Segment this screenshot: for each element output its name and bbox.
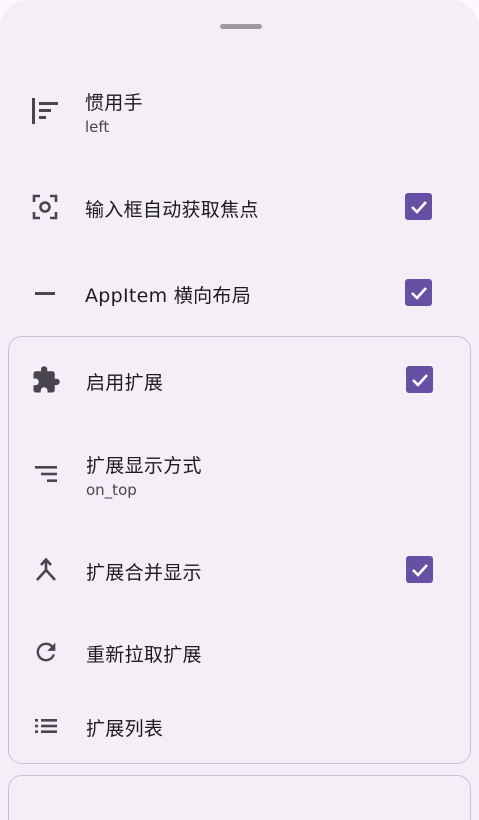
focus-center-icon (30, 192, 60, 222)
autofocus-checkbox[interactable] (405, 193, 432, 220)
appitem-horizontal-checkbox[interactable] (405, 279, 432, 306)
list-icon (31, 711, 61, 741)
setting-title: 输入框自动获取焦点 (85, 199, 259, 221)
extension-puzzle-icon (31, 365, 61, 395)
check-icon (411, 563, 428, 577)
refresh-icon (31, 637, 61, 667)
merge-extensions-checkbox[interactable] (406, 556, 433, 583)
setting-appitem-horizontal[interactable]: AppItem 横向布局 (0, 266, 479, 320)
enable-extensions-checkbox[interactable] (406, 366, 433, 393)
setting-title: 惯用手 (85, 92, 143, 114)
align-left-icon (30, 96, 60, 126)
setting-title: 扩展列表 (86, 718, 164, 740)
setting-value: on_top (86, 481, 137, 499)
setting-extension-display-mode[interactable]: 扩展显示方式 on_top (1, 441, 479, 505)
drag-handle[interactable] (220, 24, 262, 29)
horizontal-rule-icon (30, 278, 60, 308)
setting-title: 扩展显示方式 (86, 455, 202, 477)
setting-title: 重新拉取扩展 (86, 644, 202, 666)
bottom-sheet: 惯用手 left 输入框自动获取焦点 AppItem 横向布局 启用扩展 扩展显… (0, 0, 479, 820)
setting-merge-extensions[interactable]: 扩展合并显示 (1, 543, 479, 597)
setting-handedness[interactable]: 惯用手 left (0, 80, 479, 144)
setting-enable-extensions[interactable]: 启用扩展 (1, 353, 479, 407)
next-settings-group (8, 775, 471, 820)
setting-autofocus[interactable]: 输入框自动获取焦点 (0, 180, 479, 234)
setting-title: 扩展合并显示 (86, 562, 202, 584)
setting-title: AppItem 横向布局 (85, 285, 252, 307)
check-icon (410, 200, 427, 214)
sort-lines-icon (31, 459, 61, 489)
check-icon (411, 373, 428, 387)
setting-title: 启用扩展 (86, 372, 164, 394)
check-icon (410, 286, 427, 300)
setting-extension-list[interactable]: 扩展列表 (1, 699, 479, 753)
extensions-group: 启用扩展 扩展显示方式 on_top 扩展合并显示 重新拉取扩展 扩展列表 (8, 336, 471, 764)
setting-refetch-extensions[interactable]: 重新拉取扩展 (1, 625, 479, 679)
merge-icon (31, 555, 61, 585)
setting-value: left (85, 118, 110, 136)
